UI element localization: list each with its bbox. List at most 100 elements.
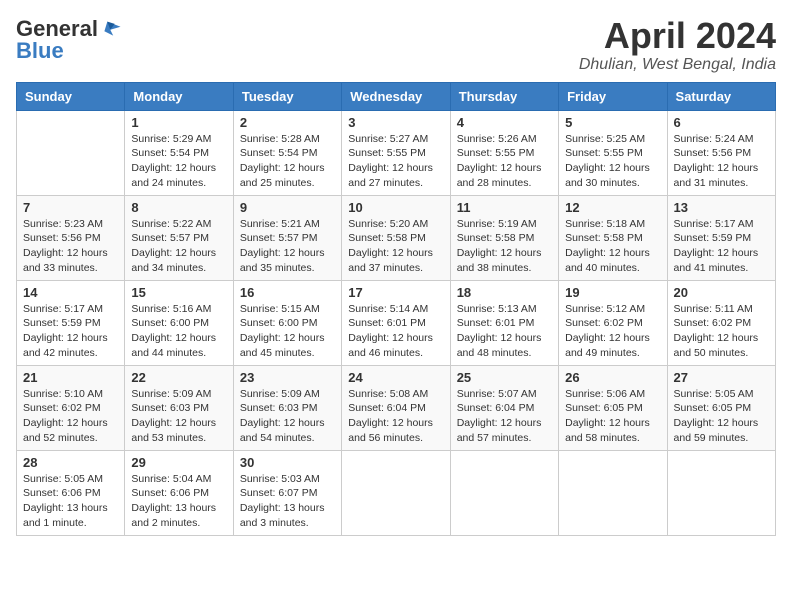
day-info: Sunrise: 5:07 AM Sunset: 6:04 PM Dayligh… — [457, 387, 552, 446]
day-info: Sunrise: 5:11 AM Sunset: 6:02 PM Dayligh… — [674, 302, 769, 361]
logo: General Blue — [16, 16, 122, 64]
day-info: Sunrise: 5:12 AM Sunset: 6:02 PM Dayligh… — [565, 302, 660, 361]
day-number: 30 — [240, 455, 335, 470]
calendar-cell: 18Sunrise: 5:13 AM Sunset: 6:01 PM Dayli… — [450, 280, 558, 365]
calendar-cell: 26Sunrise: 5:06 AM Sunset: 6:05 PM Dayli… — [559, 365, 667, 450]
calendar-cell: 23 Sunrise: 5:09 AM Sunset: 6:03 PM Dayli… — [233, 365, 341, 450]
day-info: Sunrise: 5:29 AM Sunset: 5:54 PM Dayligh… — [131, 132, 226, 191]
day-info: Sunrise: 5:24 AM Sunset: 5:56 PM Dayligh… — [674, 132, 769, 191]
day-number: 21 — [23, 370, 118, 385]
day-info: Sunrise: 5:03 AM Sunset: 6:07 PM Dayligh… — [240, 472, 335, 531]
logo-blue: Blue — [16, 38, 64, 64]
calendar-cell: 22 Sunrise: 5:09 AM Sunset: 6:03 PM Dayli… — [125, 365, 233, 450]
calendar-cell: 8Sunrise: 5:22 AM Sunset: 5:57 PM Daylig… — [125, 195, 233, 280]
calendar-cell: 4 Sunrise: 5:26 AM Sunset: 5:55 PM Daylig… — [450, 110, 558, 195]
day-number: 7 — [23, 200, 118, 215]
page-header: General Blue April 2024 Dhulian, West Be… — [16, 16, 776, 74]
calendar-cell: 12 Sunrise: 5:18 AM Sunset: 5:58 PM Dayli… — [559, 195, 667, 280]
calendar-table: SundayMondayTuesdayWednesdayThursdayFrid… — [16, 82, 776, 536]
col-header-tuesday: Tuesday — [233, 82, 341, 110]
calendar-cell: 7 Sunrise: 5:23 AM Sunset: 5:56 PM Daylig… — [17, 195, 125, 280]
calendar-cell: 17 Sunrise: 5:14 AM Sunset: 6:01 PM Dayli… — [342, 280, 450, 365]
day-number: 4 — [457, 115, 552, 130]
day-info: Sunrise: 5:18 AM Sunset: 5:58 PM Dayligh… — [565, 217, 660, 276]
title-block: April 2024 Dhulian, West Bengal, India — [579, 16, 776, 74]
day-info: Sunrise: 5:16 AM Sunset: 6:00 PM Dayligh… — [131, 302, 226, 361]
calendar-cell — [667, 450, 775, 535]
calendar-cell: 19 Sunrise: 5:12 AM Sunset: 6:02 PM Dayli… — [559, 280, 667, 365]
day-info: Sunrise: 5:17 AM Sunset: 5:59 PM Dayligh… — [674, 217, 769, 276]
day-number: 12 — [565, 200, 660, 215]
day-number: 2 — [240, 115, 335, 130]
day-number: 24 — [348, 370, 443, 385]
calendar-cell: 25Sunrise: 5:07 AM Sunset: 6:04 PM Dayli… — [450, 365, 558, 450]
col-header-monday: Monday — [125, 82, 233, 110]
day-info: Sunrise: 5:23 AM Sunset: 5:56 PM Dayligh… — [23, 217, 118, 276]
calendar-cell: 6Sunrise: 5:24 AM Sunset: 5:56 PM Daylig… — [667, 110, 775, 195]
day-number: 22 — [131, 370, 226, 385]
calendar-cell: 13 Sunrise: 5:17 AM Sunset: 5:59 PM Dayli… — [667, 195, 775, 280]
day-info: Sunrise: 5:28 AM Sunset: 5:54 PM Dayligh… — [240, 132, 335, 191]
day-number: 16 — [240, 285, 335, 300]
day-info: Sunrise: 5:09 AM Sunset: 6:03 PM Dayligh… — [240, 387, 335, 446]
calendar-cell: 21 Sunrise: 5:10 AM Sunset: 6:02 PM Dayli… — [17, 365, 125, 450]
calendar-week-row: 21 Sunrise: 5:10 AM Sunset: 6:02 PM Dayli… — [17, 365, 776, 450]
col-header-thursday: Thursday — [450, 82, 558, 110]
day-info: Sunrise: 5:05 AM Sunset: 6:06 PM Dayligh… — [23, 472, 118, 531]
logo-bird-icon — [100, 18, 122, 40]
day-info: Sunrise: 5:14 AM Sunset: 6:01 PM Dayligh… — [348, 302, 443, 361]
calendar-cell: 11 Sunrise: 5:19 AM Sunset: 5:58 PM Dayli… — [450, 195, 558, 280]
day-number: 5 — [565, 115, 660, 130]
day-info: Sunrise: 5:17 AM Sunset: 5:59 PM Dayligh… — [23, 302, 118, 361]
col-header-wednesday: Wednesday — [342, 82, 450, 110]
day-number: 18 — [457, 285, 552, 300]
day-info: Sunrise: 5:08 AM Sunset: 6:04 PM Dayligh… — [348, 387, 443, 446]
calendar-cell: 5 Sunrise: 5:25 AM Sunset: 5:55 PM Daylig… — [559, 110, 667, 195]
calendar-cell — [342, 450, 450, 535]
day-number: 27 — [674, 370, 769, 385]
day-number: 3 — [348, 115, 443, 130]
day-number: 28 — [23, 455, 118, 470]
calendar-cell: 30 Sunrise: 5:03 AM Sunset: 6:07 PM Dayli… — [233, 450, 341, 535]
calendar-cell: 1 Sunrise: 5:29 AM Sunset: 5:54 PM Daylig… — [125, 110, 233, 195]
day-number: 1 — [131, 115, 226, 130]
day-number: 17 — [348, 285, 443, 300]
col-header-saturday: Saturday — [667, 82, 775, 110]
calendar-cell: 3Sunrise: 5:27 AM Sunset: 5:55 PM Daylig… — [342, 110, 450, 195]
day-number: 26 — [565, 370, 660, 385]
calendar-cell: 10 Sunrise: 5:20 AM Sunset: 5:58 PM Dayli… — [342, 195, 450, 280]
day-number: 15 — [131, 285, 226, 300]
day-number: 13 — [674, 200, 769, 215]
calendar-cell: 20 Sunrise: 5:11 AM Sunset: 6:02 PM Dayli… — [667, 280, 775, 365]
calendar-cell — [17, 110, 125, 195]
day-number: 8 — [131, 200, 226, 215]
calendar-cell: 9 Sunrise: 5:21 AM Sunset: 5:57 PM Daylig… — [233, 195, 341, 280]
col-header-friday: Friday — [559, 82, 667, 110]
calendar-cell: 15 Sunrise: 5:16 AM Sunset: 6:00 PM Dayli… — [125, 280, 233, 365]
day-number: 29 — [131, 455, 226, 470]
calendar-cell: 16Sunrise: 5:15 AM Sunset: 6:00 PM Dayli… — [233, 280, 341, 365]
calendar-week-row: 28 Sunrise: 5:05 AM Sunset: 6:06 PM Dayli… — [17, 450, 776, 535]
day-number: 10 — [348, 200, 443, 215]
day-info: Sunrise: 5:09 AM Sunset: 6:03 PM Dayligh… — [131, 387, 226, 446]
day-number: 9 — [240, 200, 335, 215]
day-info: Sunrise: 5:20 AM Sunset: 5:58 PM Dayligh… — [348, 217, 443, 276]
day-number: 11 — [457, 200, 552, 215]
calendar-cell — [559, 450, 667, 535]
col-header-sunday: Sunday — [17, 82, 125, 110]
day-info: Sunrise: 5:21 AM Sunset: 5:57 PM Dayligh… — [240, 217, 335, 276]
calendar-cell: 14 Sunrise: 5:17 AM Sunset: 5:59 PM Dayli… — [17, 280, 125, 365]
day-number: 14 — [23, 285, 118, 300]
calendar-week-row: 7 Sunrise: 5:23 AM Sunset: 5:56 PM Daylig… — [17, 195, 776, 280]
month-title: April 2024 — [579, 16, 776, 56]
day-info: Sunrise: 5:26 AM Sunset: 5:55 PM Dayligh… — [457, 132, 552, 191]
day-info: Sunrise: 5:25 AM Sunset: 5:55 PM Dayligh… — [565, 132, 660, 191]
day-number: 23 — [240, 370, 335, 385]
day-info: Sunrise: 5:10 AM Sunset: 6:02 PM Dayligh… — [23, 387, 118, 446]
calendar-cell: 27Sunrise: 5:05 AM Sunset: 6:05 PM Dayli… — [667, 365, 775, 450]
calendar-cell: 2 Sunrise: 5:28 AM Sunset: 5:54 PM Daylig… — [233, 110, 341, 195]
day-number: 19 — [565, 285, 660, 300]
day-info: Sunrise: 5:19 AM Sunset: 5:58 PM Dayligh… — [457, 217, 552, 276]
day-number: 20 — [674, 285, 769, 300]
calendar-week-row: 1 Sunrise: 5:29 AM Sunset: 5:54 PM Daylig… — [17, 110, 776, 195]
